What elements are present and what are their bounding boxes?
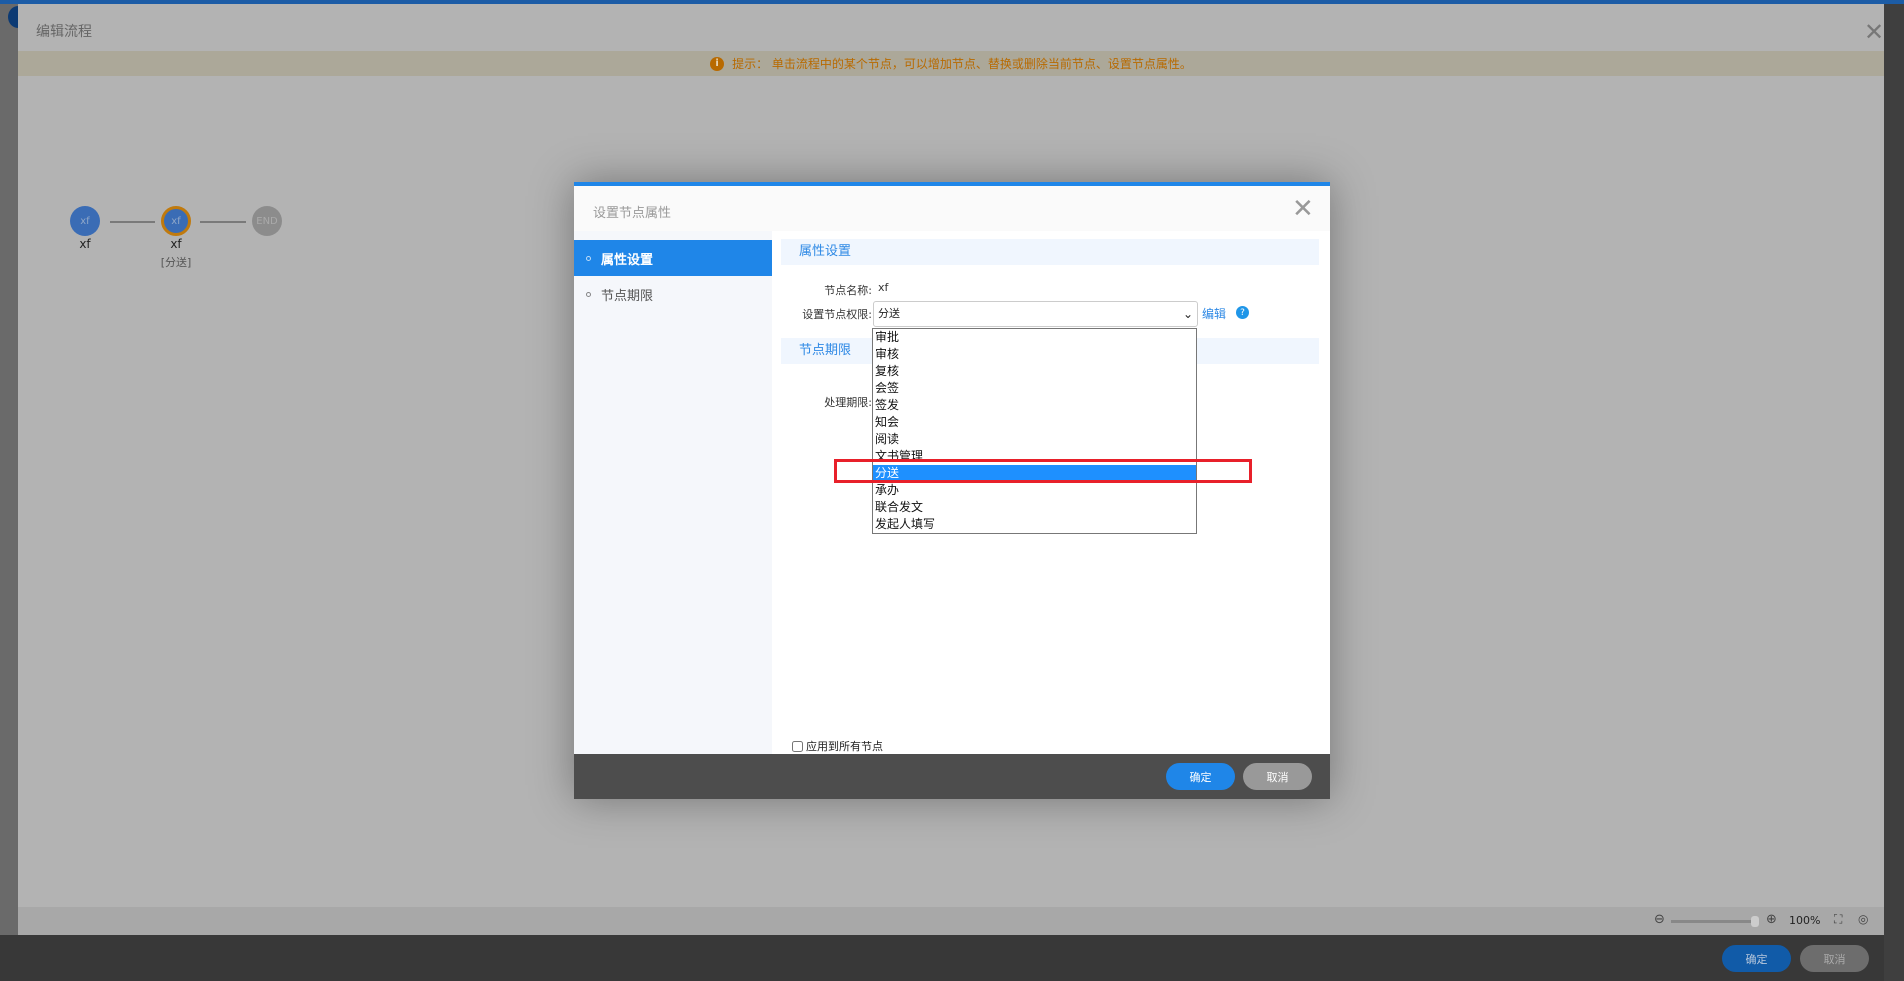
- dialog-title: 设置节点属性: [593, 206, 672, 221]
- zoom-slider[interactable]: [1671, 920, 1757, 923]
- dialog-header: 设置节点属性 ✕: [574, 186, 1330, 231]
- edit-link[interactable]: 编辑: [1202, 305, 1226, 322]
- dropdown-option[interactable]: 知会: [873, 414, 1196, 431]
- dropdown-option[interactable]: 阅读: [873, 431, 1196, 448]
- zoom-toolbar: ⊖ ⊕ 100% ⛶ ◎: [18, 907, 1884, 935]
- section-header-properties: 属性设置: [781, 239, 1319, 265]
- dropdown-option[interactable]: 联合发文: [873, 499, 1196, 516]
- dialog-cancel-button[interactable]: 取消: [1243, 763, 1312, 790]
- apply-all-checkbox[interactable]: [792, 740, 803, 752]
- node-name-value: xf: [878, 281, 889, 294]
- background-page: [0, 0, 18, 981]
- permission-label: 设置节点权限:: [802, 308, 872, 321]
- reset-view-icon[interactable]: ◎: [1858, 912, 1868, 926]
- edit-flow-title: 编辑流程: [36, 24, 92, 40]
- outer-footer: 确定 取消: [0, 935, 1884, 981]
- outer-ok-button[interactable]: 确定: [1722, 945, 1791, 972]
- bullet-icon: [586, 255, 591, 261]
- flow-edge: [110, 221, 155, 223]
- zoom-out-icon[interactable]: ⊖: [1654, 912, 1665, 927]
- top-accent-bar: [0, 0, 1904, 4]
- dialog-ok-button[interactable]: 确定: [1166, 763, 1235, 790]
- flow-node-end[interactable]: END: [252, 206, 282, 236]
- zoom-in-icon[interactable]: ⊕: [1766, 912, 1777, 927]
- flow-node-1[interactable]: xf: [70, 206, 100, 236]
- node-label: xf: [79, 237, 91, 251]
- close-icon[interactable]: ✕: [1864, 20, 1884, 44]
- node-text: END: [256, 215, 278, 227]
- hint-bar: i 提示： 单击流程中的某个节点，可以增加节点、替换或删除当前节点、设置节点属性…: [18, 51, 1884, 76]
- dropdown-option[interactable]: 审核: [873, 346, 1196, 363]
- node-sublabel: [分送]: [160, 256, 192, 269]
- sidebar-item-label: 节点期限: [601, 288, 654, 304]
- zoom-slider-handle[interactable]: [1751, 916, 1759, 927]
- sidebar-item-label: 属性设置: [601, 252, 654, 268]
- dropdown-option[interactable]: 签发: [873, 397, 1196, 414]
- dialog-footer: 确定 取消: [574, 754, 1330, 799]
- flow-edge: [200, 221, 246, 223]
- deadline-label: 处理期限:: [824, 396, 872, 409]
- permission-select-value: 分送: [878, 307, 900, 320]
- dropdown-option[interactable]: 承办: [873, 482, 1196, 499]
- zoom-level: 100%: [1789, 914, 1821, 927]
- node-text: xf: [80, 215, 90, 227]
- node-name-label: 节点名称:: [824, 284, 872, 297]
- hint-text: 提示： 单击流程中的某个节点，可以增加节点、替换或删除当前节点、设置节点属性。: [732, 57, 1192, 71]
- node-properties-dialog: 设置节点属性 ✕ 属性设置 节点期限 属性设置 节点名称: xf 设置节点权限:…: [574, 182, 1330, 799]
- bullet-icon: [586, 291, 591, 297]
- node-text: xf: [171, 215, 181, 227]
- dropdown-option[interactable]: 会签: [873, 380, 1196, 397]
- outer-cancel-button[interactable]: 取消: [1800, 945, 1869, 972]
- annotation-highlight-box: [834, 459, 1252, 483]
- chevron-down-icon: ⌄: [1182, 307, 1193, 321]
- flow-node-2[interactable]: xf: [161, 206, 191, 236]
- dropdown-option[interactable]: 复核: [873, 363, 1196, 380]
- close-icon[interactable]: ✕: [1292, 194, 1314, 224]
- permission-select[interactable]: 分送 ⌄: [873, 301, 1198, 327]
- info-icon: i: [710, 56, 725, 71]
- permission-dropdown-list[interactable]: 审批 审核 复核 会签 签发 知会 阅读 文书管理 分送 承办 联合发文 发起人填写: [872, 328, 1197, 534]
- sidebar-item-deadline[interactable]: 节点期限: [574, 276, 772, 312]
- dropdown-option[interactable]: 审批: [873, 329, 1196, 346]
- fit-screen-icon[interactable]: ⛶: [1834, 912, 1842, 927]
- apply-all-checkbox-row[interactable]: 应用到所有节点: [792, 738, 883, 754]
- dialog-sidebar: 属性设置 节点期限: [574, 231, 772, 754]
- apply-all-label: 应用到所有节点: [806, 740, 883, 753]
- page-scrollbar[interactable]: [1884, 0, 1904, 981]
- sidebar-item-properties[interactable]: 属性设置: [574, 240, 772, 276]
- help-icon[interactable]: ?: [1236, 306, 1249, 319]
- dropdown-option[interactable]: 发起人填写: [873, 516, 1196, 533]
- node-label: xf: [170, 237, 182, 251]
